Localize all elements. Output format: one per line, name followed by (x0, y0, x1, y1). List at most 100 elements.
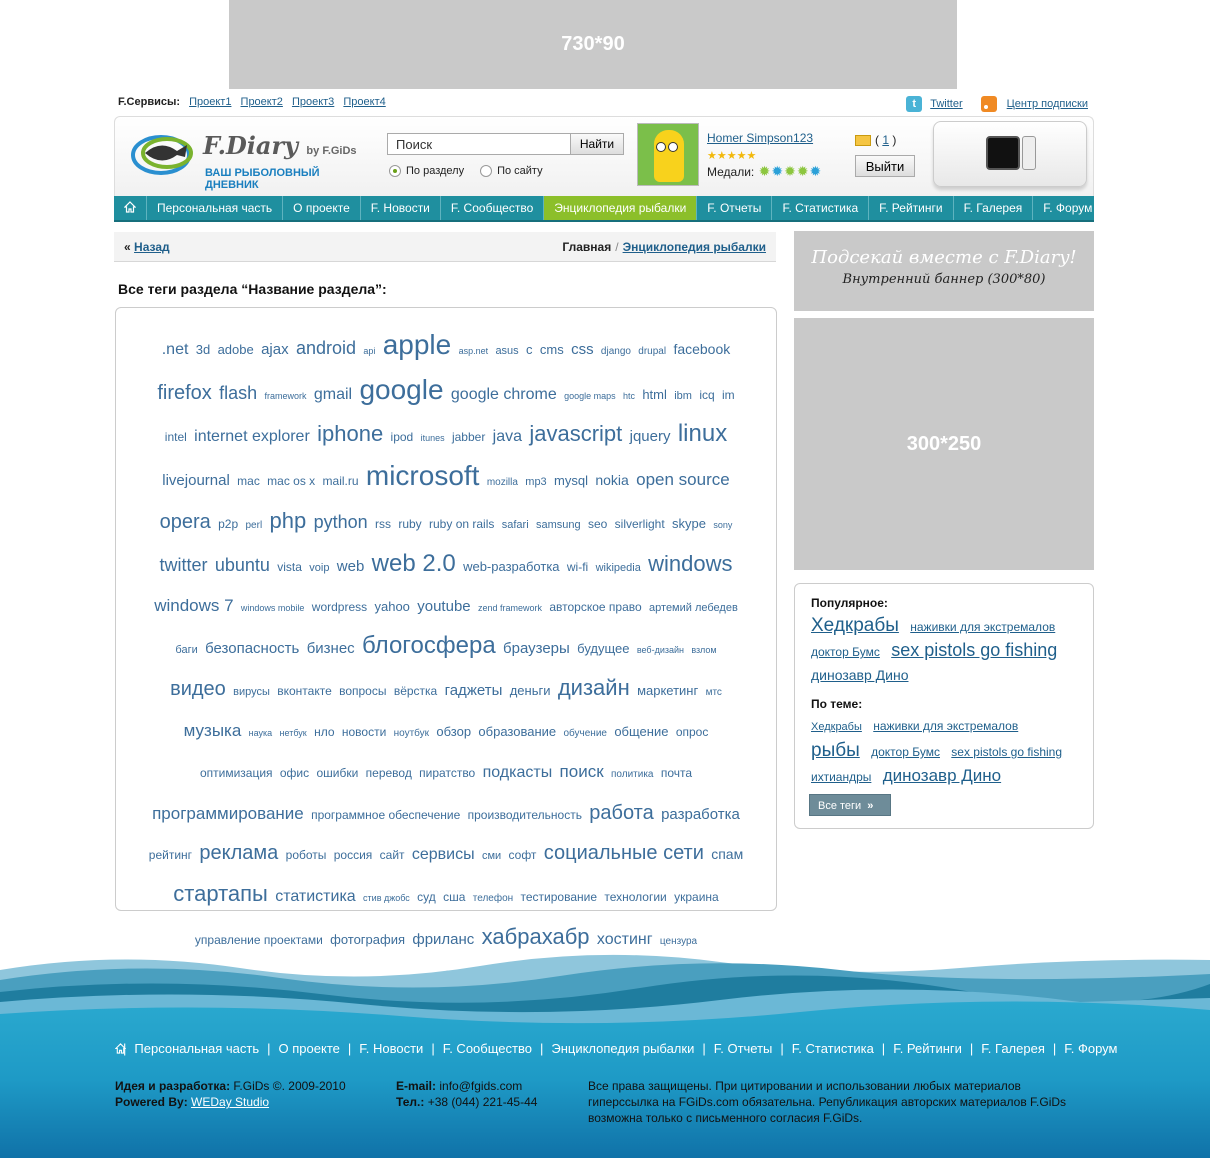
project-link-4[interactable]: Проект4 (343, 96, 385, 108)
tag-link[interactable]: вирусы (233, 673, 270, 711)
tag-link[interactable]: html (642, 376, 667, 414)
tag-link[interactable]: p2p (218, 505, 238, 543)
tag-link[interactable]: vista (277, 548, 302, 586)
footer-nav-personal[interactable]: Персональная часть (134, 1041, 259, 1056)
tag-link[interactable]: пиратство (419, 754, 475, 792)
footer-nav-reports[interactable]: F. Отчеты (714, 1041, 773, 1056)
tag-link[interactable]: реклама (199, 834, 278, 872)
tag-link[interactable]: silverlight (615, 505, 665, 543)
tag-link[interactable]: mac (237, 462, 260, 500)
tag-link[interactable]: новости (342, 713, 386, 751)
top-banner-ad[interactable]: 730*90 (229, 0, 957, 89)
footer-nav-gallery[interactable]: F. Галерея (981, 1041, 1045, 1056)
tag-link[interactable]: производительность (468, 796, 582, 834)
tag-link[interactable]: перевод (366, 754, 412, 792)
tag-link[interactable]: авторское право (549, 588, 641, 626)
tag-link[interactable]: facebook (673, 330, 730, 368)
tag-link[interactable]: подкасты (483, 754, 553, 792)
tag-link[interactable]: flash (219, 374, 257, 412)
tag-link[interactable]: рейтинг (149, 836, 192, 874)
weday-link[interactable]: WEDay Studio (191, 1095, 269, 1109)
breadcrumb-home[interactable]: Главная (562, 240, 611, 254)
tag-link[interactable]: спам (711, 835, 743, 873)
home-icon[interactable] (115, 1043, 126, 1054)
tag-link[interactable]: технологии (604, 878, 666, 916)
tag-link[interactable]: skype (672, 505, 706, 543)
tag-link[interactable]: web (337, 548, 365, 586)
tag-link[interactable]: zend framework (478, 589, 542, 627)
tag-link[interactable]: сша (443, 878, 465, 916)
tag-link[interactable]: opera (160, 503, 211, 541)
tag-link[interactable]: web 2.0 (372, 545, 456, 583)
tag-link[interactable]: стив джобс (363, 879, 410, 917)
tag-link[interactable]: дизайн (558, 669, 630, 707)
nav-personal[interactable]: Персональная часть (146, 196, 282, 220)
tag-link[interactable]: офис (280, 754, 309, 792)
tag-link[interactable]: ошибки (316, 754, 358, 792)
tag-link[interactable]: сми (482, 837, 501, 875)
tag-link[interactable]: css (571, 331, 594, 369)
sidebar-tag-link[interactable]: Хедкрабы (811, 716, 862, 739)
tag-link[interactable]: wikipedia (596, 549, 641, 587)
breadcrumb-current[interactable]: Энциклопедия рыбалки (623, 240, 766, 254)
nav-reports[interactable]: F. Отчеты (696, 196, 771, 220)
tag-link[interactable]: internet explorer (194, 418, 310, 456)
tag-link[interactable]: mp3 (525, 463, 546, 501)
tag-link[interactable]: наука (249, 714, 273, 752)
tag-link[interactable]: оптимизация (200, 754, 273, 792)
email-value[interactable]: info@fgids.com (439, 1079, 522, 1093)
footer-nav-community[interactable]: F. Сообщество (443, 1041, 532, 1056)
tag-link[interactable]: itunes (421, 419, 445, 457)
scope-section-radio[interactable]: По разделу (389, 165, 464, 178)
gadget-promo-image[interactable] (933, 121, 1087, 187)
nav-news[interactable]: F. Новости (359, 196, 440, 220)
tag-link[interactable]: django (601, 333, 631, 371)
tag-link[interactable]: мтс (706, 674, 722, 712)
tag-link[interactable]: блогосфера (362, 627, 496, 665)
medal-icon[interactable]: ✹ (771, 164, 783, 178)
tag-link[interactable]: вёрстка (394, 672, 437, 710)
tag-link[interactable]: браузеры (503, 630, 570, 668)
tag-link[interactable]: youtube (417, 588, 470, 626)
tag-link[interactable]: безопасность (205, 630, 299, 668)
tag-link[interactable]: сайт (380, 836, 405, 874)
tag-link[interactable]: ruby (398, 505, 421, 543)
tag-link[interactable]: взлом (691, 631, 716, 669)
footer-nav-news[interactable]: F. Новости (359, 1041, 423, 1056)
sidebar-tag-link[interactable]: наживки для экстремалов (873, 715, 1018, 738)
messages[interactable]: ( 1 ) (855, 133, 896, 147)
twitter-icon[interactable]: t (906, 96, 923, 112)
tag-link[interactable]: почта (661, 754, 692, 792)
site-logo[interactable]: F.Diary by F.GiDs ВАШ РЫБОЛОВНЫЙ ДНЕВНИК (131, 127, 371, 191)
username-link[interactable]: Homer Simpson123 (707, 131, 813, 145)
tag-link[interactable]: linux (678, 415, 727, 453)
project-link-2[interactable]: Проект2 (241, 96, 283, 108)
tag-link[interactable]: деньги (510, 672, 551, 710)
medal-icon[interactable]: ✹ (784, 164, 796, 178)
tag-link[interactable]: javascript (529, 415, 622, 453)
scope-site-radio[interactable]: По сайту (480, 165, 543, 178)
tag-link[interactable]: россия (334, 836, 373, 874)
sidebar-tag-link[interactable]: наживки для экстремалов (910, 616, 1055, 639)
tag-link[interactable]: perl (246, 507, 263, 545)
tag-link[interactable]: .net (162, 331, 189, 369)
tag-link[interactable]: статистика (275, 878, 355, 916)
tag-link[interactable]: sony (713, 506, 732, 544)
nav-home[interactable] (114, 196, 146, 220)
tag-link[interactable]: ibm (674, 377, 692, 415)
tag-link[interactable]: mail.ru (323, 462, 359, 500)
medal-icon[interactable]: ✹ (797, 164, 809, 178)
tag-link[interactable]: mysql (554, 462, 588, 500)
tag-link[interactable]: intel (165, 418, 187, 456)
tag-link[interactable]: windows (648, 545, 732, 583)
twitter-link[interactable]: Twitter (930, 98, 962, 110)
tag-link[interactable]: yahoo (374, 588, 409, 626)
tag-link[interactable]: суд (417, 878, 436, 916)
tag-link[interactable]: seo (588, 505, 607, 543)
tag-link[interactable]: web-разработка (463, 548, 559, 586)
tag-link[interactable]: google (359, 371, 443, 409)
tag-link[interactable]: twitter (159, 546, 207, 584)
sidebar-tag-link[interactable]: рыбы (811, 739, 860, 762)
tag-link[interactable]: музыка (184, 712, 242, 750)
footer-nav-stats[interactable]: F. Статистика (792, 1041, 874, 1056)
